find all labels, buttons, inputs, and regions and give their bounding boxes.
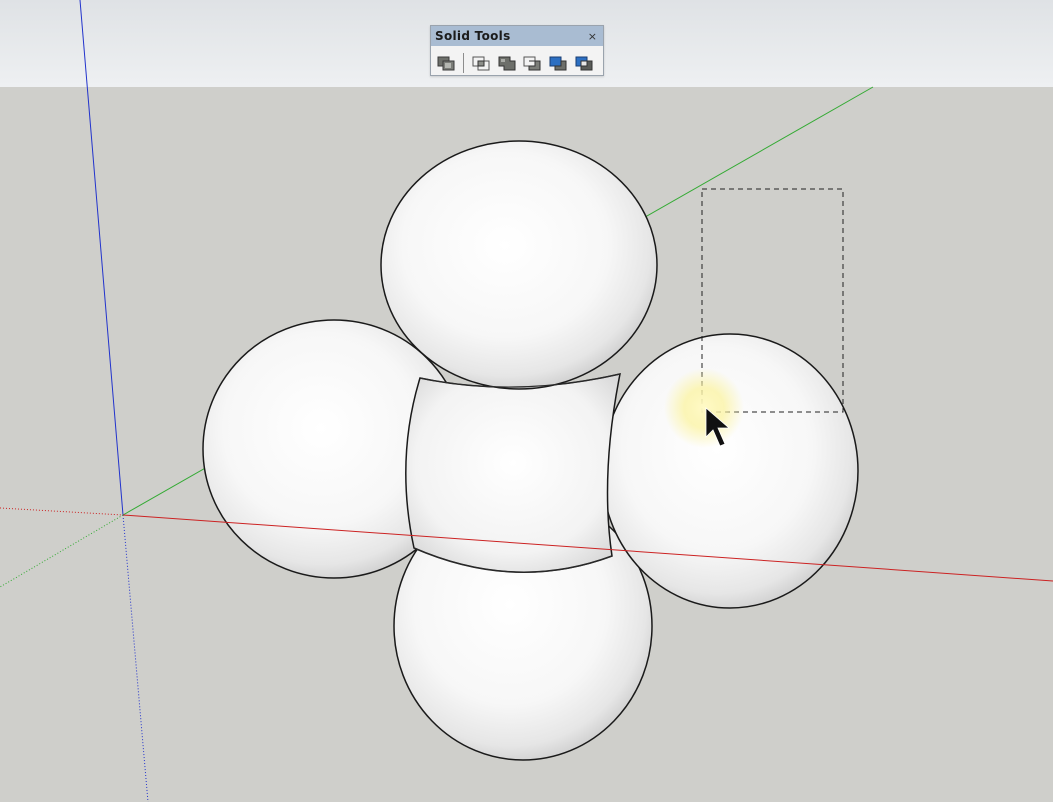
close-icon[interactable]: × bbox=[588, 31, 597, 42]
sphere-right[interactable] bbox=[601, 333, 859, 609]
y-axis-negative-line bbox=[0, 514, 124, 588]
cursor-highlight-glow bbox=[664, 368, 744, 448]
x-axis-negative-line bbox=[0, 507, 124, 516]
z-axis-line bbox=[79, 0, 124, 516]
union-button[interactable] bbox=[496, 52, 518, 74]
toolbar-separator bbox=[462, 52, 464, 73]
intersect-button[interactable] bbox=[470, 52, 492, 74]
trim-icon bbox=[549, 56, 567, 70]
trim-button[interactable] bbox=[547, 52, 569, 74]
toolbar-titlebar[interactable]: Solid Tools × bbox=[431, 26, 603, 46]
sphere-cluster-model[interactable] bbox=[202, 140, 859, 761]
outer-shell-icon bbox=[437, 56, 455, 70]
outer-shell-button[interactable] bbox=[435, 52, 457, 74]
subtract-button[interactable] bbox=[521, 52, 543, 74]
union-icon bbox=[498, 56, 516, 70]
split-icon bbox=[575, 56, 593, 70]
toolbar-title: Solid Tools bbox=[435, 29, 511, 43]
subtract-icon bbox=[523, 56, 541, 70]
sphere-top[interactable] bbox=[380, 140, 658, 390]
split-button[interactable] bbox=[573, 52, 595, 74]
solid-tools-toolbar[interactable]: Solid Tools × bbox=[430, 25, 604, 76]
model-viewport[interactable] bbox=[0, 0, 1053, 802]
intersect-icon bbox=[472, 56, 490, 70]
z-axis-negative-line bbox=[122, 514, 149, 802]
toolbar-buttons bbox=[431, 46, 603, 76]
